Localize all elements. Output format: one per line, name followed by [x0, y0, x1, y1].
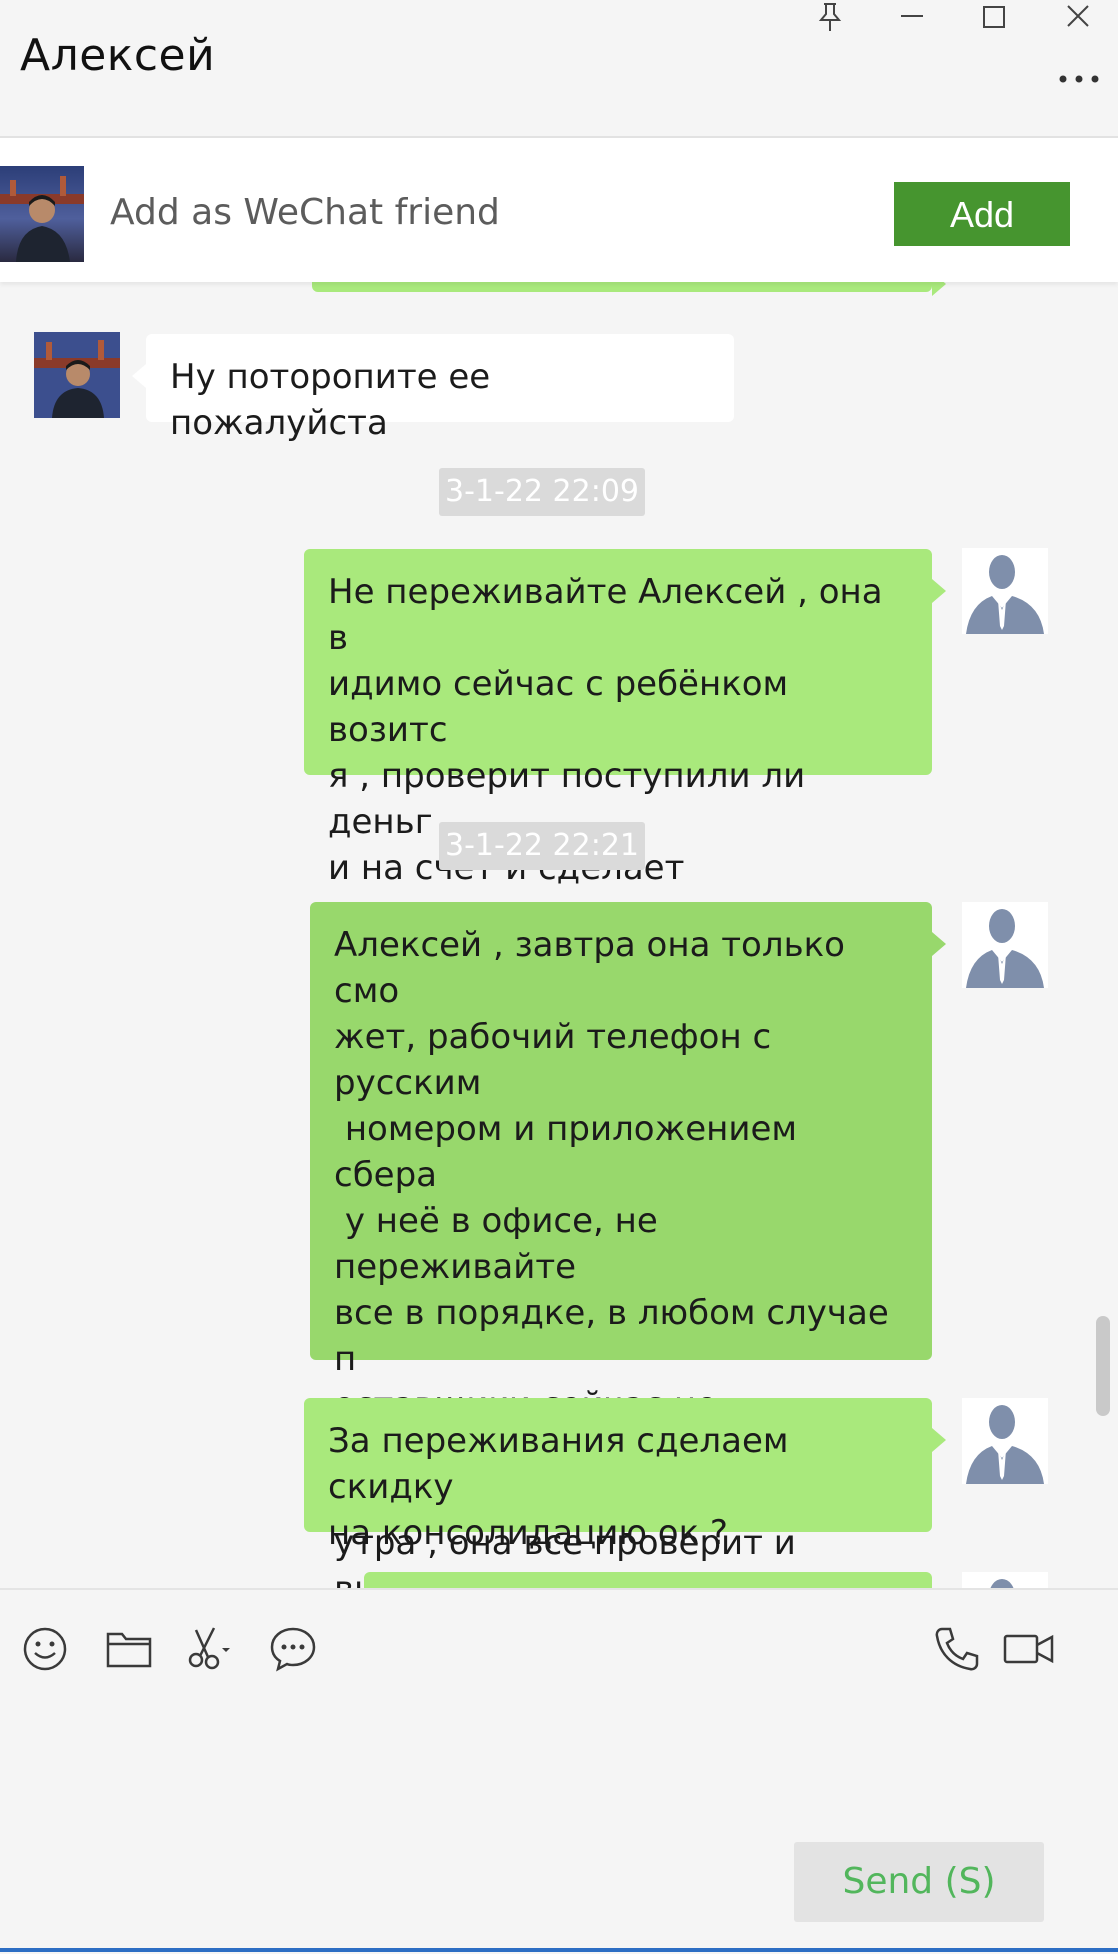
- message-bubble-incoming[interactable]: Ну поторопите ее пожалуйста: [132, 334, 734, 443]
- message-input-area[interactable]: Send (S): [0, 1588, 1118, 1954]
- user-avatar[interactable]: [962, 1572, 1048, 1588]
- add-friend-bar: Add as WeChat friend Add: [0, 138, 1118, 282]
- message-timestamp: 3-1-22 22:09: [439, 468, 645, 516]
- voice-call-icon[interactable]: [932, 1624, 982, 1674]
- chat-scrollbar[interactable]: [1096, 1316, 1110, 1416]
- contact-avatar[interactable]: [34, 332, 120, 418]
- add-friend-button[interactable]: Add: [894, 182, 1070, 246]
- user-avatar[interactable]: [962, 902, 1048, 988]
- message-bubble-outgoing[interactable]: Алексей , завтра она только смо жет, раб…: [310, 902, 946, 1588]
- more-icon: [1059, 75, 1099, 83]
- user-avatar[interactable]: [962, 548, 1048, 634]
- send-button[interactable]: Send (S): [794, 1842, 1044, 1922]
- more-options-button[interactable]: [1054, 62, 1104, 98]
- message-list[interactable]: Ну поторопите ее пожалуйста 3-1-22 22:09…: [0, 282, 1118, 1588]
- window-bottom-border: [0, 1948, 1118, 1952]
- maximize-icon: [983, 6, 1005, 28]
- add-friend-prompt: Add as WeChat friend: [110, 192, 500, 233]
- contact-name: Алексей: [20, 30, 216, 81]
- video-call-icon[interactable]: [1002, 1624, 1056, 1674]
- screenshot-scissors-icon[interactable]: [186, 1624, 236, 1674]
- close-icon: [1067, 5, 1089, 27]
- user-avatar[interactable]: [962, 1398, 1048, 1484]
- emoji-icon[interactable]: [20, 1624, 70, 1674]
- message-bubble-partial-bottom[interactable]: [364, 1572, 932, 1588]
- message-bubble-outgoing[interactable]: Не переживайте Алексей , она в идимо сей…: [304, 549, 946, 934]
- contact-avatar[interactable]: [0, 166, 84, 262]
- message-bubble-outgoing[interactable]: За переживания сделаем скидку на консоли…: [304, 1398, 946, 1553]
- maximize-button[interactable]: [964, 0, 1024, 34]
- pin-button[interactable]: [800, 0, 860, 34]
- minimize-icon: [901, 15, 923, 17]
- close-button[interactable]: [1048, 0, 1108, 34]
- message-timestamp: 3-1-22 22:21: [439, 822, 645, 870]
- title-bar: Алексей: [0, 0, 1118, 138]
- chat-history-icon[interactable]: [268, 1624, 318, 1674]
- folder-icon[interactable]: [104, 1624, 154, 1674]
- minimize-button[interactable]: [882, 0, 942, 34]
- pin-icon: [818, 3, 842, 31]
- message-bubble-partial-top[interactable]: [312, 282, 946, 296]
